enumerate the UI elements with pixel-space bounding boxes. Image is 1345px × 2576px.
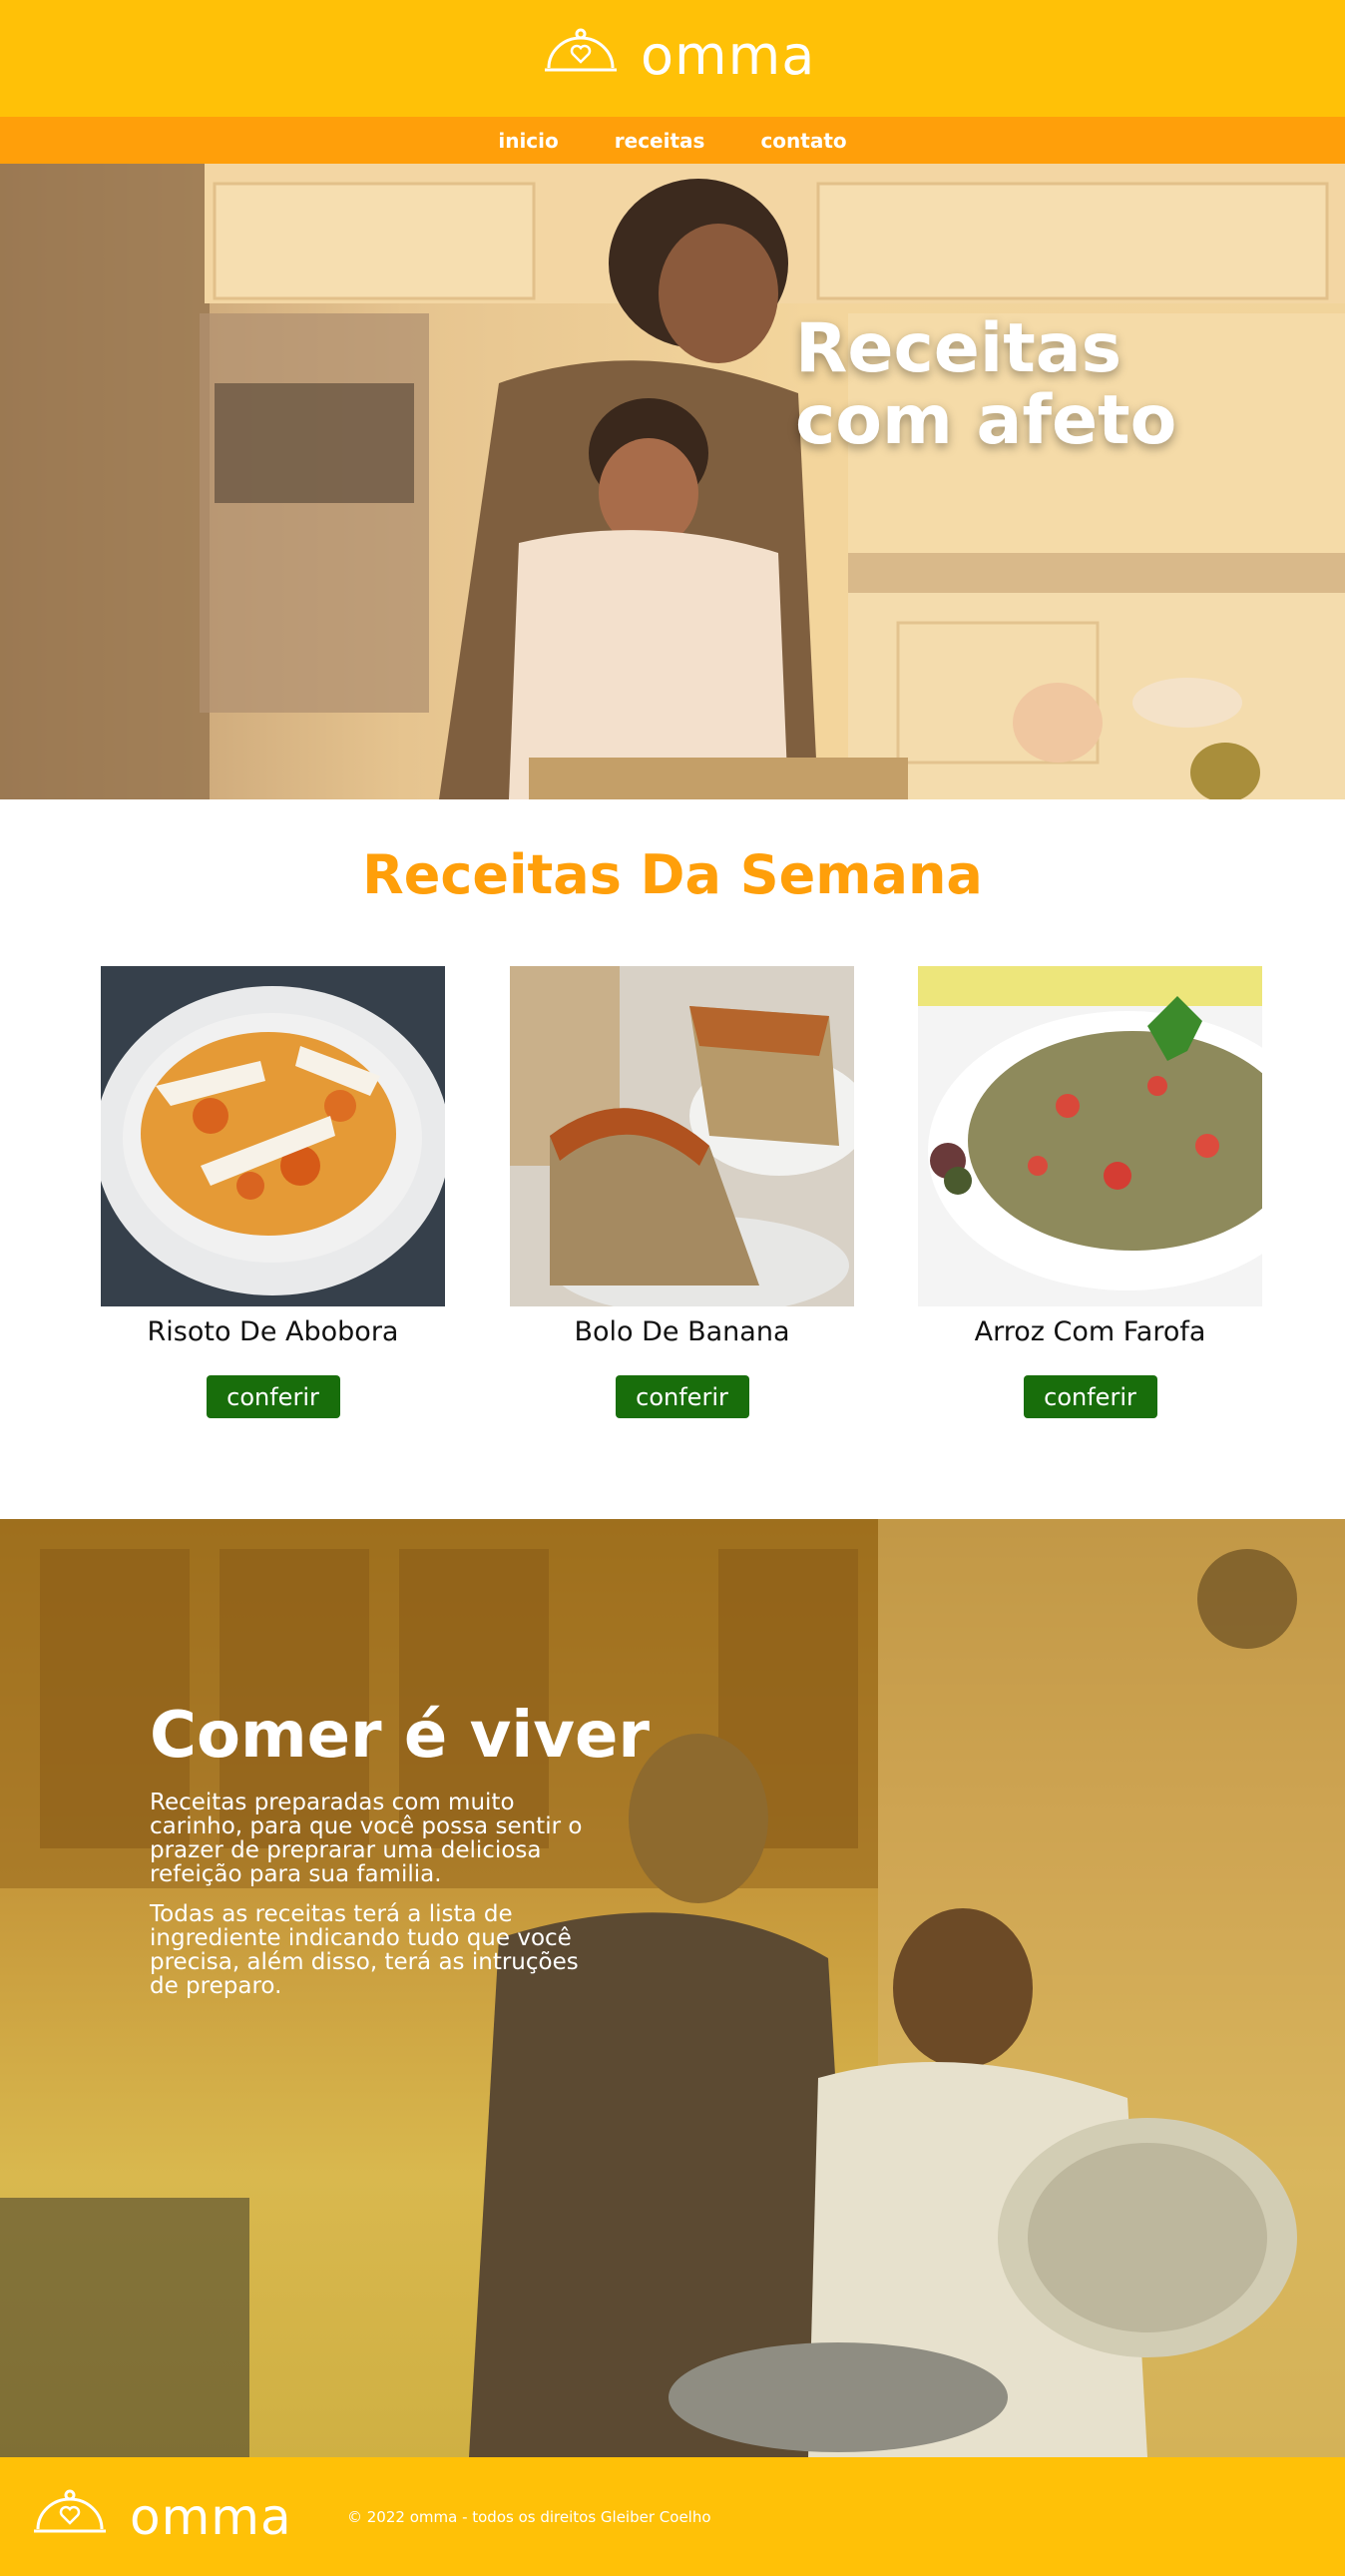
salad-photo xyxy=(918,966,1262,1306)
site-footer: omma © 2022 omma - todos os direitos Gle… xyxy=(0,2457,1345,2576)
conferir-button[interactable]: conferir xyxy=(615,1375,749,1418)
section-title: Receitas Da Semana xyxy=(362,843,983,906)
site-header: omma xyxy=(0,0,1345,117)
risotto-photo xyxy=(101,966,445,1306)
about-paragraph: Receitas preparadas com muito carinho, p… xyxy=(150,1790,583,1887)
recipe-card: Bolo De Banana conferir xyxy=(510,966,854,1418)
logo[interactable]: omma xyxy=(543,28,815,83)
footer-logo-text: omma xyxy=(130,2487,292,2546)
banana-cake-photo xyxy=(510,966,854,1306)
hero-banner: Receitas com afeto xyxy=(0,164,1345,799)
nav-item-inicio[interactable]: inicio xyxy=(498,129,558,153)
conferir-button[interactable]: conferir xyxy=(206,1375,340,1418)
conferir-button[interactable]: conferir xyxy=(1023,1375,1157,1418)
about-paragraph: Todas as receitas terá a lista de ingred… xyxy=(150,1901,579,1999)
main-nav: inicio receitas contato xyxy=(0,117,1345,164)
nav-item-receitas[interactable]: receitas xyxy=(615,129,705,153)
about-section: Comer é viver Receitas preparadas com mu… xyxy=(0,1519,1345,2457)
footer-logo[interactable]: omma xyxy=(32,2489,292,2544)
recipe-name: Bolo De Banana xyxy=(574,1316,790,1347)
hero-title: Receitas com afeto xyxy=(795,309,1177,460)
about-title: Comer é viver xyxy=(150,1699,650,1773)
cloche-heart-icon xyxy=(32,2489,108,2544)
logo-text: omma xyxy=(641,23,816,87)
recipe-name: Risoto De Abobora xyxy=(147,1316,399,1347)
cloche-heart-icon xyxy=(543,28,619,83)
copyright-text: © 2022 omma - todos os direitos Gleiber … xyxy=(347,2508,711,2526)
recipe-name: Arroz Com Farofa xyxy=(974,1316,1206,1347)
nav-item-contato[interactable]: contato xyxy=(760,129,846,153)
recipe-card: Risoto De Abobora conferir xyxy=(101,966,445,1418)
recipe-card: Arroz Com Farofa conferir xyxy=(918,966,1262,1418)
hero-kitchen-image xyxy=(0,164,1345,799)
